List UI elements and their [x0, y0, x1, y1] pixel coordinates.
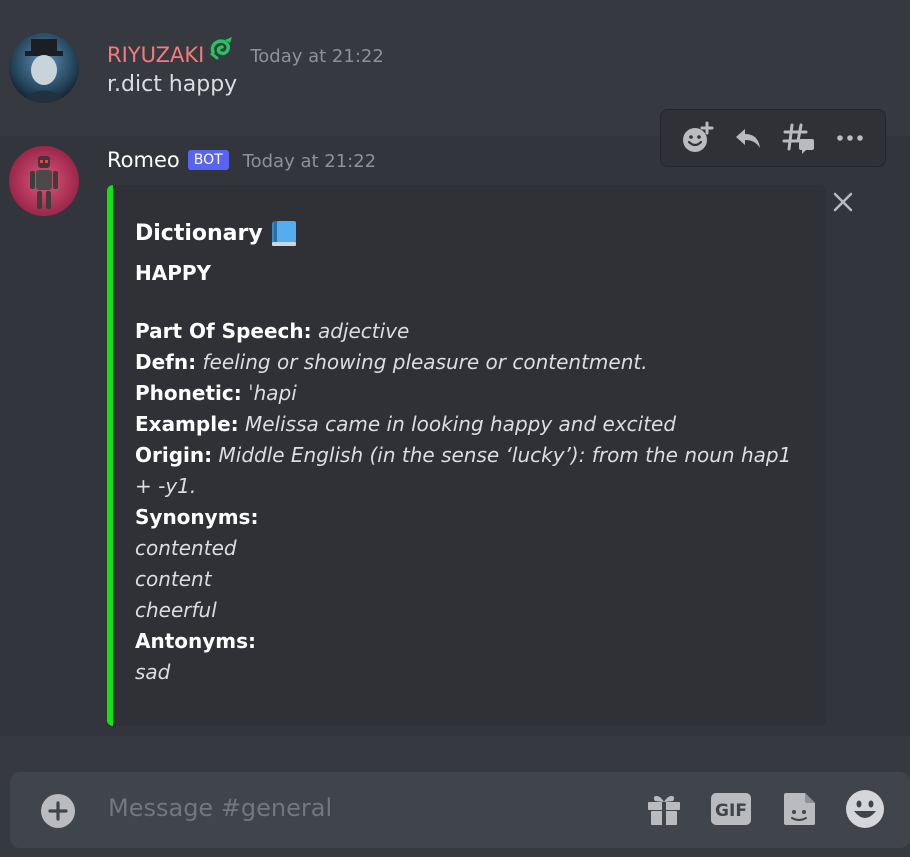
synonym-text: content — [135, 567, 212, 591]
field-value: feeling or showing pleasure or contentme… — [202, 350, 648, 374]
field-label: Example: — [135, 412, 239, 436]
gif-label: GIF — [715, 801, 747, 821]
message-header: Romeo BOT Today at 21:22 — [107, 148, 376, 173]
field-value: ˈhapi — [248, 381, 297, 405]
antonym-item: sad — [135, 657, 826, 688]
message-input[interactable]: Message #general — [108, 794, 332, 822]
field-phonetic: Phonetic: ˈhapi — [135, 378, 826, 409]
close-icon[interactable] — [831, 190, 855, 214]
synonym-text: cheerful — [135, 598, 217, 622]
synonyms-label: Synonyms: — [135, 502, 826, 533]
message-content: r.dict happy — [107, 72, 238, 97]
antonym-text: sad — [135, 660, 171, 684]
message-actions-toolbar — [660, 109, 886, 167]
green-dragon-icon — [208, 36, 236, 62]
field-part-of-speech: Part Of Speech: adjective — [135, 316, 826, 347]
message-header: RIYUZAKI Today at 21:22 — [107, 36, 384, 67]
field-example: Example: Melissa came in looking happy a… — [135, 409, 826, 440]
field-value: Middle English (in the sense ‘lucky’): f… — [218, 443, 792, 467]
message-romeo: Romeo BOT Today at 21:22 Dictionary HAPP… — [0, 136, 910, 736]
synonym-item: content — [135, 564, 826, 595]
field-label: Synonyms: — [135, 505, 259, 529]
gif-icon[interactable]: GIF — [710, 788, 752, 830]
avatar-riyuzaki[interactable] — [9, 33, 79, 103]
add-reaction-icon[interactable] — [677, 118, 717, 158]
dictionary-embed: Dictionary HAPPY Part Of Speech: adjecti… — [107, 185, 826, 726]
field-value: adjective — [317, 319, 410, 343]
field-value: Melissa came in looking happy and excite… — [245, 412, 677, 436]
message-input-bar: Message #general GIF — [10, 772, 910, 848]
avatar-romeo[interactable] — [9, 146, 79, 216]
bot-badge: BOT — [187, 150, 229, 170]
sticker-icon[interactable] — [778, 788, 820, 830]
reply-icon[interactable] — [728, 118, 768, 158]
field-origin-continued: + -y1. — [135, 471, 826, 502]
field-origin: Origin: Middle English (in the sense ‘lu… — [135, 440, 826, 471]
blue-book-icon — [269, 218, 299, 248]
field-label: Part Of Speech: — [135, 319, 312, 343]
antonyms-label: Antonyms: — [135, 626, 826, 657]
timestamp: Today at 21:22 — [242, 151, 377, 172]
embed-word: HAPPY — [135, 261, 212, 285]
field-label: Defn: — [135, 350, 197, 374]
embed-title: Dictionary — [135, 215, 826, 251]
synonym-text: contented — [135, 536, 237, 560]
more-icon[interactable] — [830, 118, 870, 158]
embed-title-text: Dictionary — [135, 220, 263, 246]
field-defn: Defn: feeling or showing pleasure or con… — [135, 347, 826, 378]
timestamp: Today at 21:22 — [250, 46, 384, 67]
gift-icon[interactable] — [643, 788, 685, 830]
add-attachment-icon[interactable] — [40, 793, 76, 829]
username[interactable]: RIYUZAKI — [107, 43, 204, 67]
field-label: Phonetic: — [135, 381, 242, 405]
field-value: + -y1. — [135, 474, 197, 498]
synonym-item: cheerful — [135, 595, 826, 626]
field-label: Antonyms: — [135, 629, 257, 653]
field-label: Origin: — [135, 443, 213, 467]
create-thread-icon[interactable] — [779, 118, 819, 158]
synonym-item: contented — [135, 533, 826, 564]
username[interactable]: Romeo — [107, 148, 180, 172]
emoji-icon[interactable] — [844, 788, 886, 830]
